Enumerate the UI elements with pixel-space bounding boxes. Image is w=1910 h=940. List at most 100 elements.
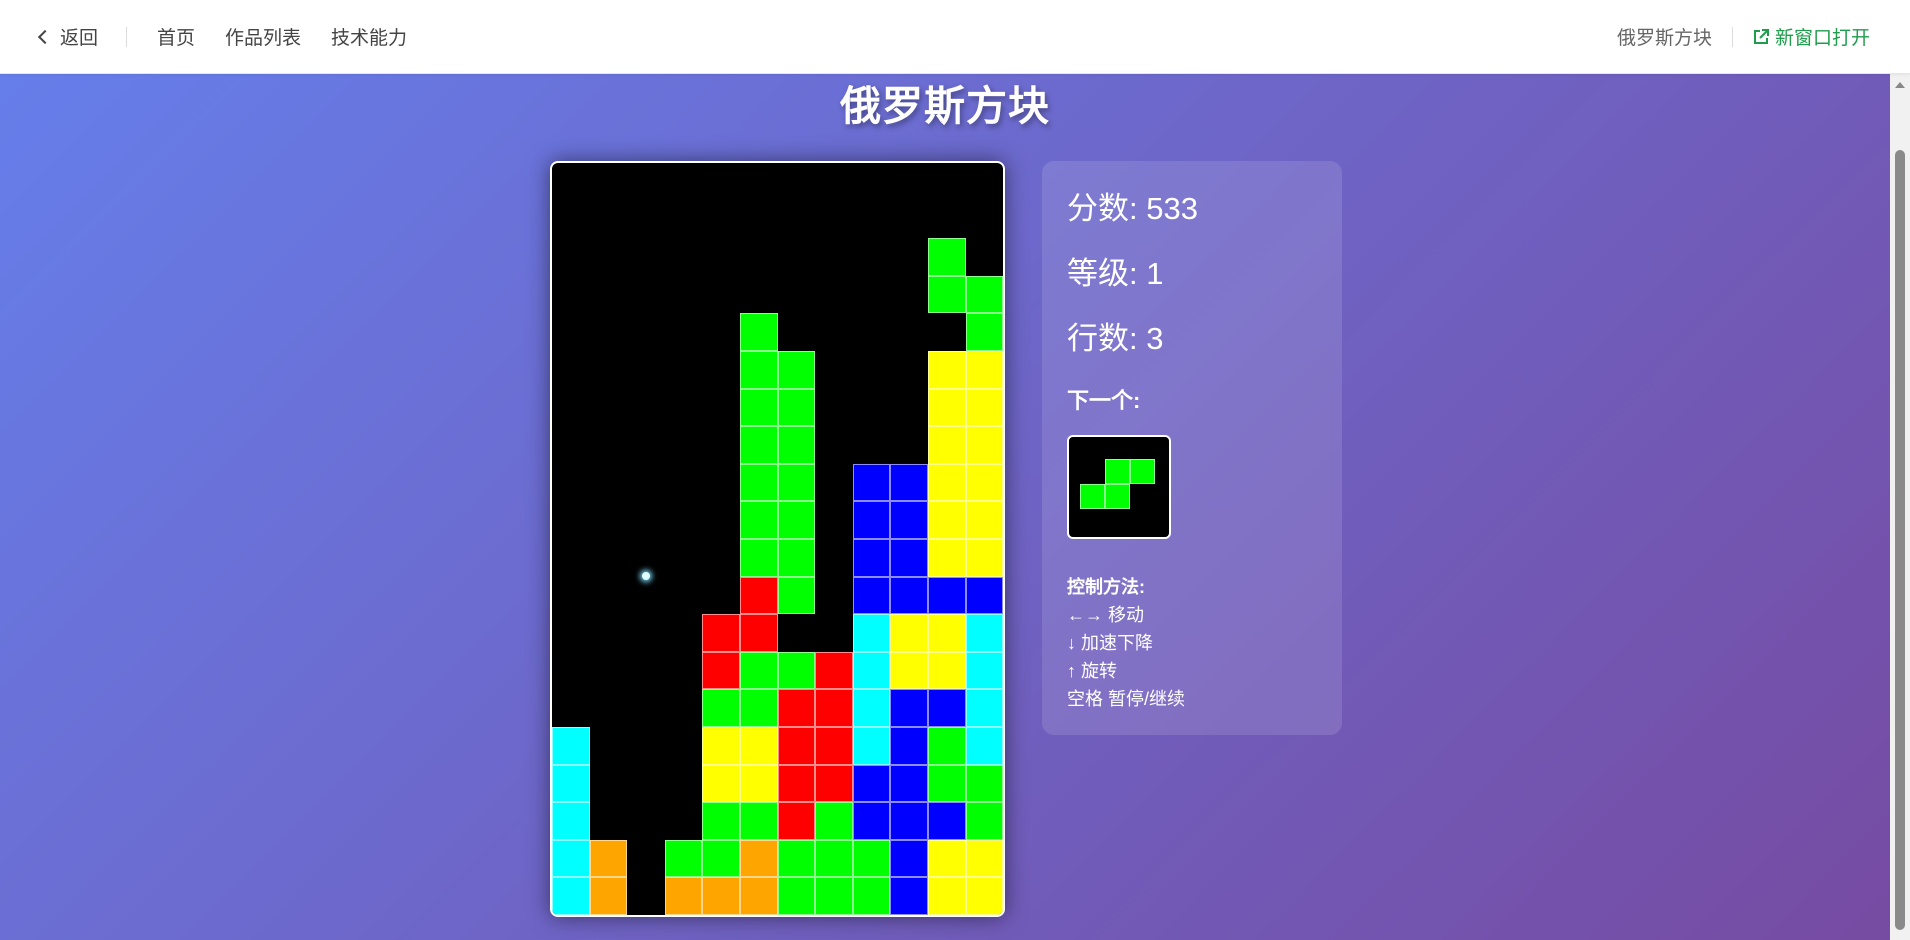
board-block bbox=[965, 614, 1003, 652]
board-block bbox=[928, 351, 966, 389]
external-link-icon bbox=[1753, 28, 1769, 44]
board-block bbox=[740, 614, 778, 652]
board-block bbox=[740, 727, 778, 765]
board-block bbox=[928, 689, 966, 727]
control-move: ←→ 移动 bbox=[1067, 605, 1145, 625]
board-block bbox=[928, 614, 966, 652]
board-block bbox=[777, 802, 816, 840]
board-block bbox=[702, 839, 740, 878]
board-block bbox=[702, 651, 740, 690]
next-piece-label: 下一个: bbox=[1067, 388, 1141, 413]
board-block bbox=[928, 539, 966, 577]
nav-link-home[interactable]: 首页 bbox=[157, 23, 195, 50]
board-block bbox=[965, 802, 1003, 840]
board-block bbox=[777, 576, 816, 615]
board-block bbox=[552, 764, 590, 803]
board-block bbox=[815, 802, 853, 840]
board-block bbox=[815, 689, 853, 727]
game-board[interactable] bbox=[550, 161, 1005, 917]
board-block bbox=[740, 802, 778, 840]
board-block bbox=[928, 463, 966, 502]
board-block bbox=[890, 576, 928, 615]
next-piece-block bbox=[1080, 484, 1105, 509]
board-block bbox=[852, 501, 891, 539]
lines-display: 行数: 3 bbox=[1067, 321, 1164, 356]
board-block bbox=[852, 839, 891, 878]
next-piece-block bbox=[1130, 459, 1155, 484]
board-block bbox=[928, 238, 966, 276]
board-block bbox=[852, 877, 891, 915]
board-block bbox=[552, 877, 590, 915]
scroll-up-arrow-icon[interactable] bbox=[1895, 82, 1905, 88]
board-block bbox=[552, 839, 590, 878]
board-block bbox=[777, 388, 816, 427]
board-block bbox=[965, 839, 1003, 878]
board-block bbox=[890, 539, 928, 577]
board-block bbox=[928, 727, 966, 765]
board-block bbox=[890, 727, 928, 765]
board-block bbox=[815, 839, 853, 878]
board-block bbox=[815, 764, 853, 803]
info-panel: 分数: 533 等级: 1 行数: 3 下一个: 控制方法: ←→ 移动 ↓ 加… bbox=[1042, 161, 1342, 735]
board-block bbox=[740, 539, 778, 577]
divider bbox=[1731, 26, 1733, 47]
board-block bbox=[740, 501, 778, 539]
board-block bbox=[702, 727, 740, 765]
board-block bbox=[890, 614, 928, 652]
board-block bbox=[777, 539, 816, 577]
board-block bbox=[702, 877, 740, 915]
board-block bbox=[740, 388, 778, 427]
board-block bbox=[928, 576, 966, 615]
board-block bbox=[890, 877, 928, 915]
board-block bbox=[740, 651, 778, 690]
board-block bbox=[852, 802, 891, 840]
board-block bbox=[928, 501, 966, 539]
board-block bbox=[702, 614, 740, 652]
page-scrollbar[interactable] bbox=[1890, 74, 1910, 940]
board-block bbox=[890, 501, 928, 539]
board-block bbox=[890, 651, 928, 690]
board-block bbox=[965, 764, 1003, 803]
control-drop: ↓ 加速下降 bbox=[1067, 633, 1154, 653]
board-block bbox=[928, 651, 966, 690]
board-block bbox=[965, 727, 1003, 765]
board-block bbox=[740, 576, 778, 615]
chevron-left-icon bbox=[37, 29, 53, 44]
board-block bbox=[777, 764, 816, 803]
scrollbar-thumb[interactable] bbox=[1895, 150, 1905, 930]
divider bbox=[126, 26, 128, 47]
sparkle-particle bbox=[642, 572, 650, 580]
board-block bbox=[702, 764, 740, 803]
board-block bbox=[702, 689, 740, 727]
open-new-window-button[interactable]: 新窗口打开 bbox=[1753, 23, 1870, 50]
board-block bbox=[777, 689, 816, 727]
board-block bbox=[740, 877, 778, 915]
control-rotate: ↑ 旋转 bbox=[1067, 661, 1118, 681]
board-block bbox=[890, 764, 928, 803]
board-block bbox=[928, 877, 966, 915]
topbar-right: 俄罗斯方块 新窗口打开 bbox=[1617, 23, 1870, 50]
nav-link-works[interactable]: 作品列表 bbox=[225, 23, 301, 50]
board-block bbox=[928, 839, 966, 878]
board-block bbox=[928, 802, 966, 840]
next-piece-preview bbox=[1067, 435, 1171, 539]
controls-title: 控制方法: bbox=[1067, 577, 1145, 597]
board-block bbox=[965, 651, 1003, 690]
nav-link-skills[interactable]: 技术能力 bbox=[331, 23, 407, 50]
board-block bbox=[965, 689, 1003, 727]
board-block bbox=[890, 689, 928, 727]
board-block bbox=[815, 727, 853, 765]
controls-help: 控制方法: ←→ 移动 ↓ 加速下降 ↑ 旋转 空格 暂停/继续 bbox=[1067, 573, 1185, 713]
board-block bbox=[965, 313, 1003, 351]
board-block bbox=[740, 313, 778, 351]
board-block bbox=[589, 839, 628, 878]
board-block bbox=[740, 764, 778, 803]
board-block bbox=[777, 839, 816, 878]
board-block bbox=[890, 839, 928, 878]
board-block bbox=[852, 576, 891, 615]
back-label: 返回 bbox=[60, 28, 99, 49]
board-block bbox=[852, 689, 891, 727]
top-navigation-bar: 返回 首页 作品列表 技术能力 俄罗斯方块 新窗口打开 bbox=[0, 0, 1910, 74]
back-button[interactable]: 返回 bbox=[37, 23, 99, 50]
board-block bbox=[928, 426, 966, 464]
